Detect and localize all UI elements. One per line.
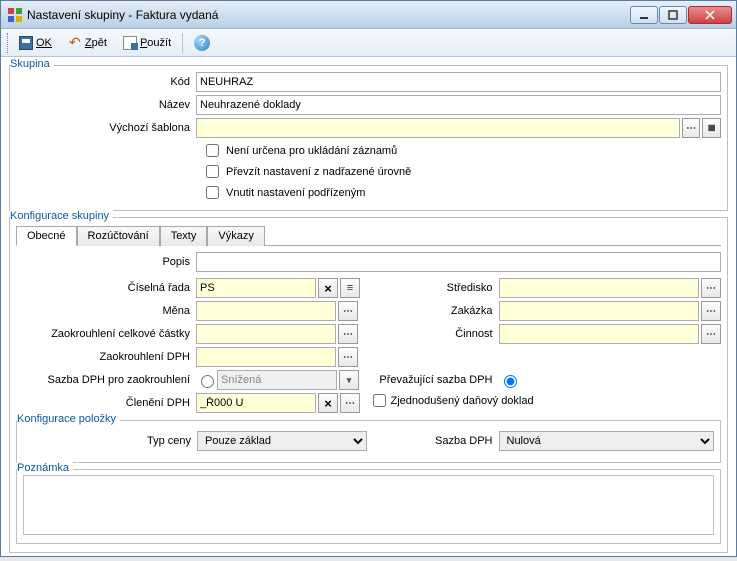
chk-force[interactable] xyxy=(206,186,219,199)
zakazka-label: Zakázka xyxy=(369,305,499,317)
tab-rozuctovani[interactable]: Rozúčtování xyxy=(77,226,160,246)
group-legend: Skupina xyxy=(10,58,54,70)
cisrada-label: Číselná řada xyxy=(16,282,196,294)
chk-no-store[interactable] xyxy=(206,144,219,157)
typceny-select[interactable]: Pouze základ xyxy=(197,431,367,451)
sazbazaok-label: Sazba DPH pro zaokrouhlení xyxy=(16,374,196,386)
cinnost-browse-button[interactable] xyxy=(701,324,721,344)
template-grid-button[interactable]: ▦ xyxy=(702,118,721,138)
undo-label: Zpět xyxy=(85,37,107,49)
help-icon: ? xyxy=(194,35,210,51)
chk-no-store-label: Není určena pro ukládání záznamů xyxy=(226,145,397,157)
zaokc-input[interactable] xyxy=(196,324,336,344)
prevaz-label: Převažující sazba DPH xyxy=(369,374,499,386)
name-input[interactable] xyxy=(196,95,721,115)
apply-icon xyxy=(123,36,137,50)
zaokdph-browse-button[interactable] xyxy=(338,347,358,367)
app-icon xyxy=(7,7,23,23)
mena-label: Měna xyxy=(16,305,196,317)
tab-texty[interactable]: Texty xyxy=(160,226,208,246)
apply-label: Použít xyxy=(140,37,171,49)
clenenidph-label: Členění DPH xyxy=(16,397,196,409)
sazbadph-label: Sazba DPH xyxy=(369,435,499,447)
sazbazaok-input xyxy=(217,370,337,390)
toolbar: OK ↶ Zpět Použít ? xyxy=(1,29,736,57)
titlebar: Nastavení skupiny - Faktura vydaná xyxy=(1,1,736,29)
cisrada-list-button[interactable] xyxy=(340,278,360,298)
note-legend: Poznámka xyxy=(17,462,73,474)
minimize-button[interactable] xyxy=(630,6,658,24)
sazbadph-select[interactable]: Nulová xyxy=(499,431,715,451)
popis-input[interactable] xyxy=(196,252,721,272)
clenenidph-browse-button[interactable] xyxy=(340,393,360,413)
stredisko-input[interactable] xyxy=(499,278,700,298)
chk-force-label: Vnutit nastavení podřízeným xyxy=(226,187,365,199)
code-input[interactable] xyxy=(196,72,721,92)
stredisko-label: Středisko xyxy=(369,282,499,294)
zaokc-label: Zaokrouhlení celkové částky xyxy=(16,328,196,340)
mena-input[interactable] xyxy=(196,301,336,321)
zakazka-input[interactable] xyxy=(499,301,700,321)
group-fieldset: Skupina Kód Název Výchozí šablona ▦ Není xyxy=(9,65,728,211)
toolbar-separator xyxy=(182,33,183,53)
zaokdph-label: Zaokrouhlení DPH xyxy=(16,351,196,363)
clenenidph-input[interactable] xyxy=(196,393,316,413)
template-browse-button[interactable] xyxy=(682,118,701,138)
cinnost-input[interactable] xyxy=(499,324,700,344)
item-fieldset: Konfigurace položky Typ ceny Pouze zákla… xyxy=(16,420,721,463)
stredisko-browse-button[interactable] xyxy=(701,278,721,298)
undo-button[interactable]: ↶ Zpět xyxy=(61,32,114,54)
window: Nastavení skupiny - Faktura vydaná OK ↶ … xyxy=(0,0,737,557)
body: Skupina Kód Název Výchozí šablona ▦ Není xyxy=(1,57,736,561)
code-label: Kód xyxy=(16,76,196,88)
zaokdph-input[interactable] xyxy=(196,347,336,367)
close-button[interactable] xyxy=(688,6,732,24)
note-fieldset: Poznámka xyxy=(16,469,721,544)
tab-obecne[interactable]: Obecné xyxy=(16,226,77,246)
template-label: Výchozí šablona xyxy=(16,122,196,134)
help-button[interactable]: ? xyxy=(187,32,217,54)
tabs: Obecné Rozúčtování Texty Výkazy xyxy=(16,225,721,246)
zjedn-checkbox[interactable] xyxy=(373,394,386,407)
cinnost-label: Činnost xyxy=(369,328,499,340)
popis-label: Popis xyxy=(16,256,196,268)
chk-inherit-label: Převzít nastavení z nadřazené úrovně xyxy=(226,166,411,178)
maximize-button[interactable] xyxy=(659,6,687,24)
toolbar-grip xyxy=(7,33,8,53)
undo-icon: ↶ xyxy=(68,36,82,50)
chk-inherit[interactable] xyxy=(206,165,219,178)
clenenidph-clear-button[interactable] xyxy=(318,393,338,413)
config-legend: Konfigurace skupiny xyxy=(10,210,113,222)
cisrada-input[interactable] xyxy=(196,278,316,298)
zakazka-browse-button[interactable] xyxy=(701,301,721,321)
save-icon xyxy=(19,36,33,50)
sazbazaok-radio[interactable] xyxy=(201,375,214,388)
note-textarea[interactable] xyxy=(23,475,714,535)
mena-browse-button[interactable] xyxy=(338,301,358,321)
sazbazaok-dd-button[interactable] xyxy=(339,370,359,390)
cisrada-clear-button[interactable] xyxy=(318,278,338,298)
ok-button[interactable]: OK xyxy=(12,32,59,54)
typceny-label: Typ ceny xyxy=(23,435,197,447)
ok-label: OK xyxy=(36,37,52,49)
zaokc-browse-button[interactable] xyxy=(338,324,358,344)
apply-button[interactable]: Použít xyxy=(116,32,178,54)
window-title: Nastavení skupiny - Faktura vydaná xyxy=(27,8,629,22)
item-legend: Konfigurace položky xyxy=(17,413,120,425)
template-input[interactable] xyxy=(196,118,680,138)
tab-vykazy[interactable]: Výkazy xyxy=(207,226,264,246)
prevaz-radio[interactable] xyxy=(504,375,517,388)
zjedn-label: Zjednodušený daňový doklad xyxy=(391,395,534,407)
name-label: Název xyxy=(16,99,196,111)
config-fieldset: Konfigurace skupiny Obecné Rozúčtování T… xyxy=(9,217,728,553)
